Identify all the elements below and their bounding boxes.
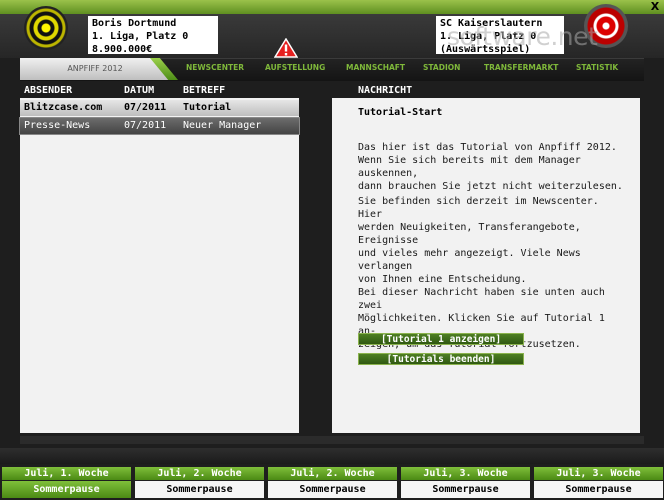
header-message: NACHRICHT bbox=[358, 85, 413, 96]
week-tab[interactable]: Juli, 1. Woche Sommerpause bbox=[2, 467, 131, 498]
table-row[interactable]: Blitzcase.com 07/2011 Tutorial bbox=[20, 100, 299, 116]
nav-stadion[interactable]: STADION bbox=[423, 63, 460, 72]
message-line: Wenn Sie sich bereits mit dem Manager au… bbox=[358, 155, 581, 179]
row-sender: Blitzcase.com bbox=[24, 102, 103, 113]
week-status: Sommerpause bbox=[401, 481, 530, 498]
show-tutorial-1-button[interactable]: [Tutorial 1 anzeigen] bbox=[358, 333, 524, 345]
header-sender[interactable]: ABSENDER bbox=[24, 85, 72, 96]
nav-mannschaft[interactable]: MANNSCHAFT bbox=[346, 63, 405, 72]
close-button[interactable]: X bbox=[648, 1, 662, 13]
message-line: und vieles mehr angezeigt. Viele News ve… bbox=[358, 248, 581, 272]
nav-aufstellung[interactable]: AUFSTELLUNG bbox=[265, 63, 325, 72]
home-club-info: Boris Dortmund 1. Liga, Platz 0 8.900.00… bbox=[88, 16, 218, 55]
week-tab[interactable]: Juli, 2. Woche Sommerpause bbox=[268, 467, 397, 498]
watermark: software.net bbox=[447, 22, 598, 51]
row-sender: Presse-News bbox=[24, 120, 91, 131]
message-title: Tutorial-Start bbox=[358, 107, 443, 118]
week-label: Juli, 2. Woche bbox=[268, 467, 397, 480]
lower-divider bbox=[20, 436, 644, 444]
message-list bbox=[20, 98, 299, 433]
row-date: 07/2011 bbox=[124, 120, 167, 131]
message-line: von Ihnen eine Entscheidung. bbox=[358, 274, 527, 285]
top-stripe bbox=[0, 0, 664, 14]
message-line: Bei dieser Nachricht haben sie unten auc… bbox=[358, 287, 605, 311]
row-subject: Neuer Manager bbox=[183, 120, 262, 131]
header-date[interactable]: DATUM bbox=[124, 85, 154, 96]
header-subject[interactable]: BETREFF bbox=[183, 85, 225, 96]
week-tab[interactable]: Juli, 3. Woche Sommerpause bbox=[534, 467, 663, 498]
home-club-logo-icon bbox=[24, 6, 68, 50]
week-status: Sommerpause bbox=[268, 481, 397, 498]
message-line: Das hier ist das Tutorial von Anpfiff 20… bbox=[358, 142, 617, 153]
message-line: Sie befinden sich derzeit im Newscenter.… bbox=[358, 196, 599, 220]
week-label: Juli, 1. Woche bbox=[2, 467, 131, 480]
home-club-league: 1. Liga, Platz 0 bbox=[92, 31, 189, 42]
row-subject: Tutorial bbox=[183, 102, 232, 113]
nav-newscenter[interactable]: NEWSCENTER bbox=[186, 63, 244, 72]
home-club-name: Boris Dortmund bbox=[92, 18, 177, 29]
warning-icon[interactable] bbox=[274, 38, 298, 58]
message-paragraph-1: Das hier ist das Tutorial von Anpfiff 20… bbox=[358, 141, 628, 193]
week-status: Sommerpause bbox=[2, 481, 131, 498]
home-club-money: 8.900.000€ bbox=[92, 44, 153, 55]
end-tutorials-button[interactable]: [Tutorials beenden] bbox=[358, 353, 524, 365]
week-status: Sommerpause bbox=[534, 481, 663, 498]
status-bar bbox=[0, 448, 664, 464]
table-row[interactable]: Presse-News 07/2011 Neuer Manager bbox=[19, 117, 300, 135]
week-status: Sommerpause bbox=[135, 481, 264, 498]
week-tab[interactable]: Juli, 3. Woche Sommerpause bbox=[401, 467, 530, 498]
nav-statistik[interactable]: STATISTIK bbox=[576, 63, 618, 72]
week-label: Juli, 3. Woche bbox=[534, 467, 663, 480]
message-line: dann brauchen Sie jetzt nicht weiterzule… bbox=[358, 181, 623, 192]
row-date: 07/2011 bbox=[124, 102, 167, 113]
brand-logo: ANPFIFF 2012 bbox=[20, 58, 170, 80]
message-paragraph-2: Sie befinden sich derzeit im Newscenter.… bbox=[358, 195, 628, 351]
week-tab[interactable]: Juli, 2. Woche Sommerpause bbox=[135, 467, 264, 498]
week-label: Juli, 3. Woche bbox=[401, 467, 530, 480]
message-line: werden Neuigkeiten, Transferangebote, Er… bbox=[358, 222, 581, 246]
nav-transfermarkt[interactable]: TRANSFERMARKT bbox=[484, 63, 558, 72]
week-label: Juli, 2. Woche bbox=[135, 467, 264, 480]
